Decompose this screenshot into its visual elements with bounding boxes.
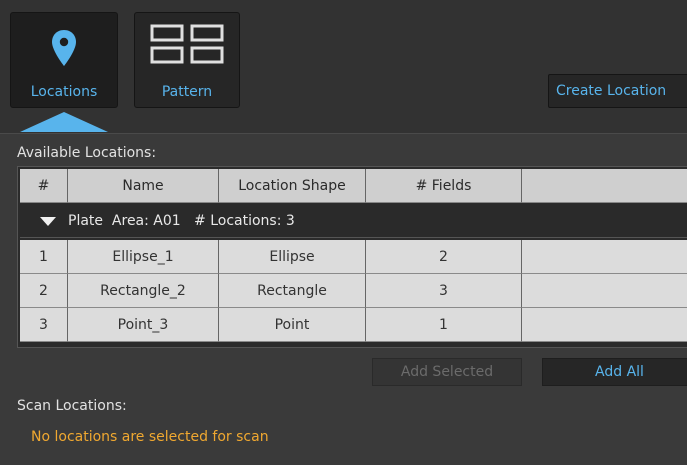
- row-index: 2: [20, 274, 68, 308]
- header-location-shape[interactable]: Location Shape: [219, 169, 366, 203]
- row-shape: Point: [219, 308, 366, 342]
- row-shape: Rectangle: [219, 274, 366, 308]
- pattern-tab-button[interactable]: Pattern: [134, 12, 240, 108]
- header-name[interactable]: Name: [68, 169, 219, 203]
- row-name: Point_3: [68, 308, 219, 342]
- table-header-row: # Name Location Shape # Fields: [20, 169, 687, 203]
- group-row-label: Plate Area: A01 # Locations: 3: [68, 213, 295, 229]
- row-index: 3: [20, 308, 68, 342]
- table-row[interactable]: 2 Rectangle_2 Rectangle 3: [20, 274, 687, 308]
- grid-pattern-icon: [149, 23, 225, 69]
- create-location-button[interactable]: Create Location: [548, 74, 687, 108]
- add-all-button[interactable]: Add All: [542, 358, 687, 386]
- header-index[interactable]: #: [20, 169, 68, 203]
- header-fields[interactable]: # Fields: [366, 169, 522, 203]
- toolbar-divider: [0, 133, 687, 134]
- table-row[interactable]: 3 Point_3 Point 1: [20, 308, 687, 342]
- scan-locations-label: Scan Locations:: [17, 398, 127, 414]
- locations-tab-label: Locations: [30, 84, 98, 100]
- group-row-plate-a01[interactable]: Plate Area: A01 # Locations: 3: [20, 204, 687, 238]
- row-fields: 2: [366, 240, 522, 274]
- add-selected-button[interactable]: Add Selected: [372, 358, 522, 386]
- pattern-tab-label: Pattern: [161, 84, 213, 100]
- row-extra: [522, 274, 687, 308]
- row-name: Rectangle_2: [68, 274, 219, 308]
- row-index: 1: [20, 240, 68, 274]
- selected-tab-indicator: [20, 112, 108, 132]
- row-fields: 1: [366, 308, 522, 342]
- row-shape: Ellipse: [219, 240, 366, 274]
- header-extra: [522, 169, 687, 203]
- row-extra: [522, 308, 687, 342]
- locations-tab-button[interactable]: Locations: [10, 12, 118, 108]
- map-pin-icon: [51, 29, 77, 71]
- triangle-down-icon[interactable]: [40, 217, 56, 226]
- available-locations-label: Available Locations:: [17, 145, 157, 161]
- locations-table: # Name Location Shape # Fields Plate Are…: [17, 166, 687, 348]
- toolbar: Locations Pattern Create Location: [0, 0, 687, 133]
- row-fields: 3: [366, 274, 522, 308]
- no-scan-locations-message: No locations are selected for scan: [31, 429, 269, 445]
- row-name: Ellipse_1: [68, 240, 219, 274]
- table-row[interactable]: 1 Ellipse_1 Ellipse 2: [20, 240, 687, 274]
- row-extra: [522, 240, 687, 274]
